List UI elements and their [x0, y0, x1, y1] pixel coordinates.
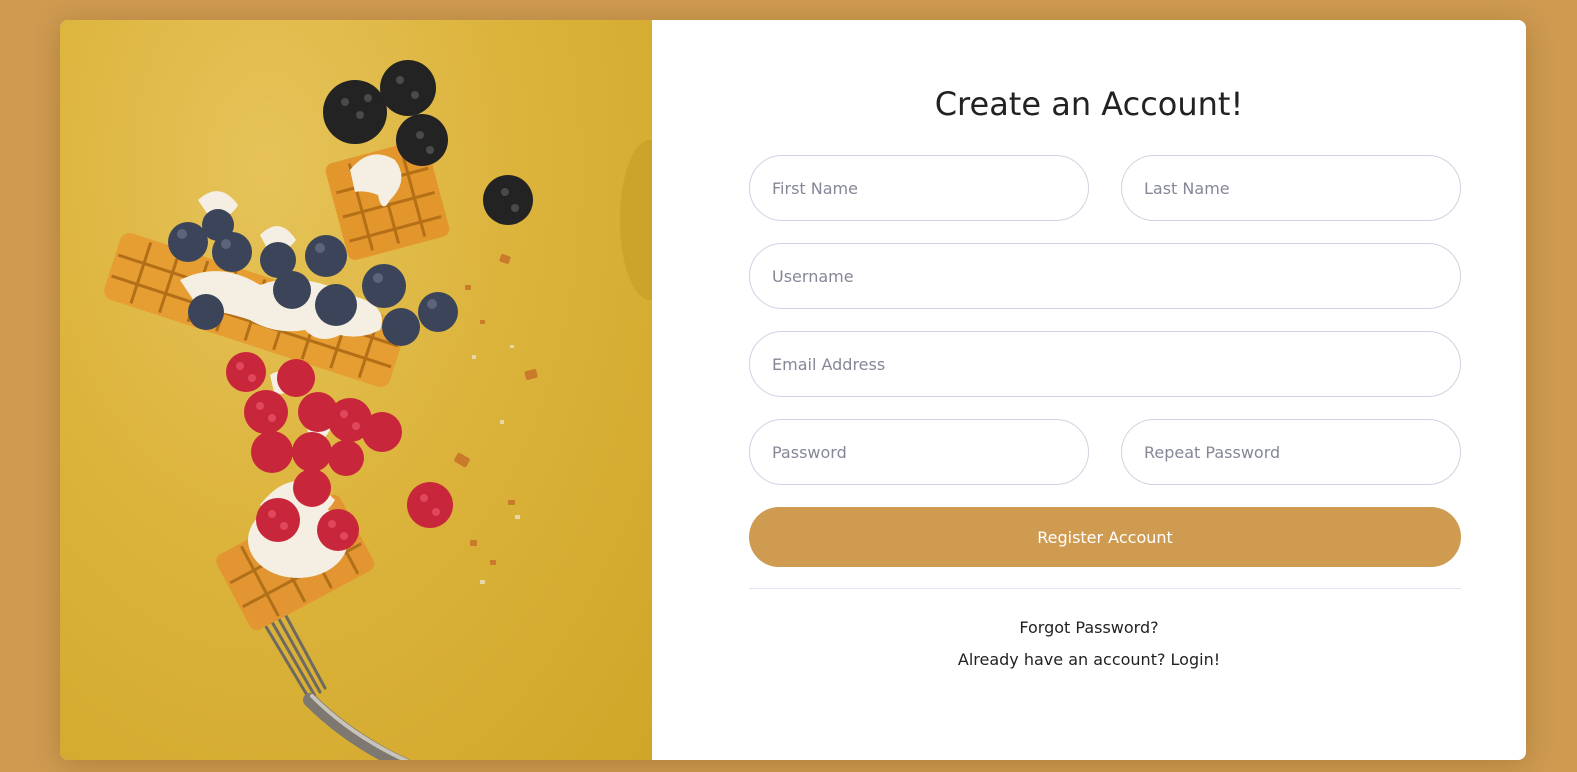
repeat-password-input[interactable]: [1121, 419, 1461, 485]
login-link[interactable]: Already have an account? Login!: [652, 648, 1526, 672]
first-name-input[interactable]: [749, 155, 1089, 221]
username-input[interactable]: [749, 243, 1461, 309]
email-input[interactable]: [749, 331, 1461, 397]
forgot-password-link[interactable]: Forgot Password?: [652, 616, 1526, 640]
waffle-berries-illustration: [104, 60, 652, 760]
form-divider: [749, 588, 1461, 589]
hero-image: [60, 20, 652, 760]
last-name-input[interactable]: [1121, 155, 1461, 221]
register-form-panel: Create an Account! Register Account Forg…: [652, 20, 1526, 760]
password-input[interactable]: [749, 419, 1089, 485]
register-card: Create an Account! Register Account Forg…: [60, 20, 1526, 760]
register-account-button[interactable]: Register Account: [749, 507, 1461, 567]
page-title: Create an Account!: [934, 85, 1244, 123]
